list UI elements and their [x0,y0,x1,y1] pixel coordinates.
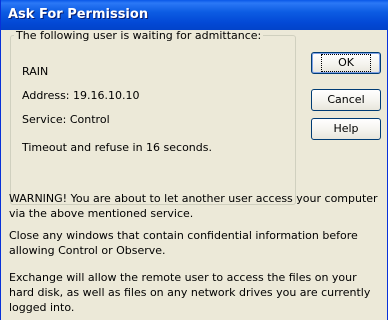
warning-text: WARNING! You are about to let another us… [9,191,381,221]
ask-permission-dialog: Ask For Permission The following user is… [0,0,388,320]
close-windows-text: Close any windows that contain confident… [9,228,381,258]
exchange-line-3: logged into. [9,301,75,314]
user-address: Address: 19.16.10.10 [22,89,140,102]
warning-line-1: WARNING! You are about to let another us… [9,192,378,205]
cancel-button[interactable]: Cancel [311,89,381,111]
close-line-2: allowing Control or Observe. [9,244,166,257]
exchange-access-text: Exchange will allow the remote user to a… [9,270,381,315]
ok-button[interactable]: OK [311,52,381,74]
timeout-message: Timeout and refuse in 16 seconds. [22,141,212,154]
title-bar[interactable]: Ask For Permission [1,0,388,30]
help-button[interactable]: Help [311,118,381,140]
waiting-user-groupbox: The following user is waiting for admitt… [10,29,296,205]
warning-line-2: via the above mentioned service. [9,207,194,220]
ok-button-label: OK [321,54,371,72]
exchange-line-1: Exchange will allow the remote user to a… [9,271,357,284]
exchange-line-2: hard disk, as well as files on any netwo… [9,286,371,299]
user-name: RAIN [22,65,49,78]
service-type: Service: Control [22,113,110,126]
window-title: Ask For Permission [8,7,149,22]
close-line-1: Close any windows that contain confident… [9,229,358,242]
dialog-client-area: The following user is waiting for admitt… [1,29,387,320]
groupbox-legend: The following user is waiting for admitt… [16,29,262,42]
